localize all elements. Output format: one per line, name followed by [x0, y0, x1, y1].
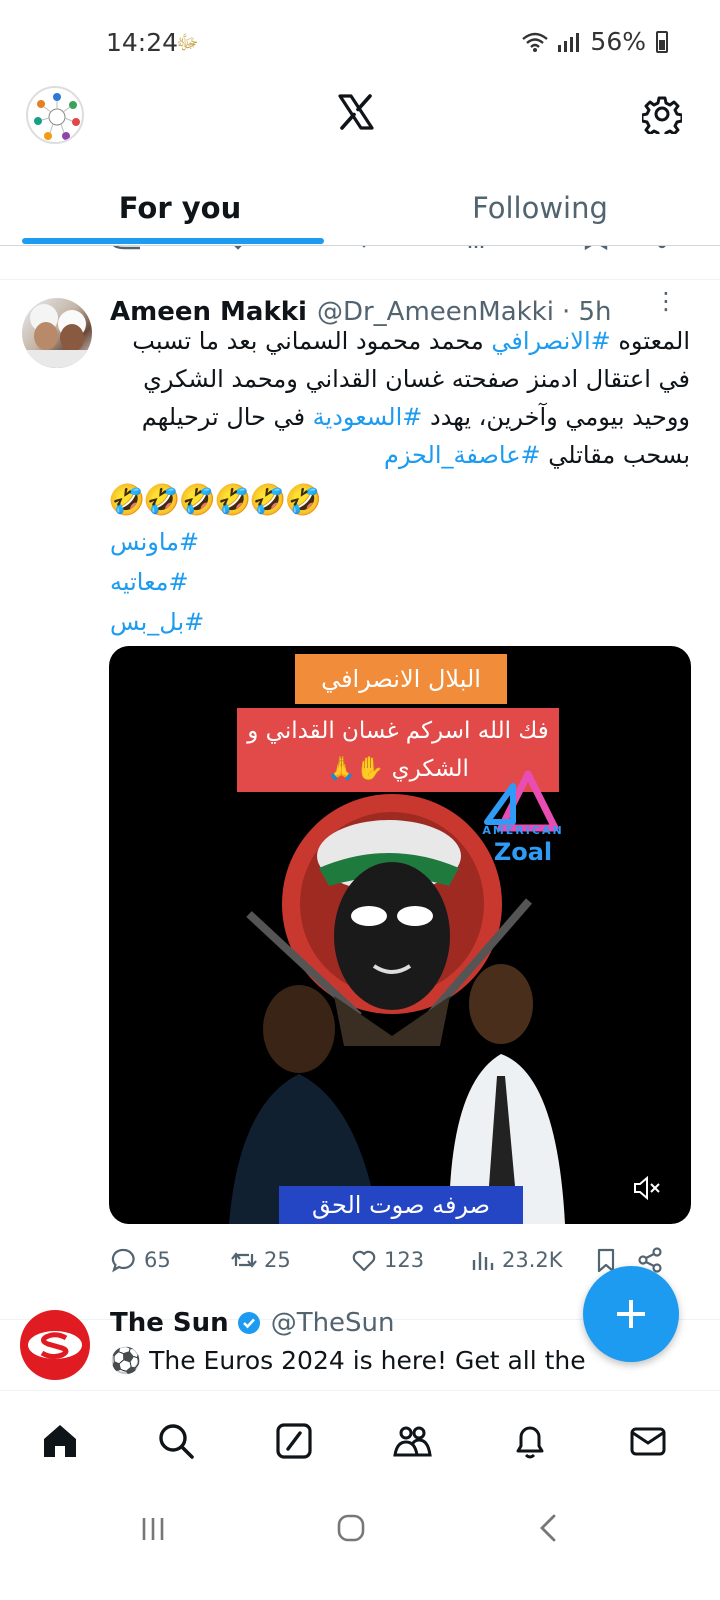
hashtag-link[interactable]: #السعودية	[313, 403, 423, 431]
repost-icon	[231, 1252, 257, 1268]
notifications-bell-icon[interactable]	[510, 1421, 550, 1461]
bottom-nav	[0, 1390, 720, 1486]
grok-icon[interactable]	[274, 1421, 314, 1461]
the-sun-logo-icon	[28, 1331, 82, 1360]
repost-count: 25	[264, 1248, 291, 1272]
home-circle-icon[interactable]	[335, 1512, 367, 1544]
heart-icon	[352, 1250, 376, 1272]
hashtag-link[interactable]: #عاصفة_الحزم	[384, 441, 541, 469]
hashtag-link[interactable]: بل_بس#	[110, 602, 204, 642]
tweet-emoji: 🤣🤣🤣🤣🤣🤣	[108, 483, 322, 518]
like-count: 123	[384, 1248, 425, 1272]
tweet-text: ⚽ The Euros 2024 is here! Get all the	[110, 1346, 586, 1375]
hashtag-link[interactable]: ماونس#	[110, 522, 204, 562]
verified-badge-icon	[237, 1312, 260, 1334]
top-bar	[0, 80, 720, 160]
video-caption-banner: صرفه صوت الحق	[279, 1186, 523, 1224]
tweet-author-avatar[interactable]	[20, 1310, 90, 1380]
previous-tweet-actions	[0, 246, 720, 280]
video-caption-banner: البلال الانصرافي	[295, 654, 507, 704]
messages-envelope-icon[interactable]	[628, 1421, 668, 1461]
more-options-icon[interactable]: ⋮	[654, 289, 678, 313]
communities-icon[interactable]	[392, 1421, 432, 1461]
status-bar: 14:24 ﷻ 56%	[0, 0, 720, 80]
reply-icon	[111, 1248, 135, 1273]
previous-tweet-action-icons	[113, 246, 666, 251]
tab-for-you[interactable]: For you	[0, 170, 360, 246]
views-button[interactable]: 23.2K	[468, 1246, 592, 1274]
tweet-text-part: المعتوه	[610, 327, 690, 355]
active-tab-indicator	[22, 238, 324, 244]
reply-count: 65	[144, 1248, 171, 1272]
battery-icon	[656, 30, 668, 53]
views-count: 23.2K	[502, 1248, 563, 1272]
status-right: 56%	[522, 27, 668, 56]
system-nav-bar	[0, 1486, 720, 1600]
status-time: 14:24	[106, 28, 179, 57]
recent-apps-icon[interactable]	[138, 1514, 168, 1544]
battery-percent: 56%	[590, 27, 646, 56]
tweet-video[interactable]: البلال الانصرافي فك الله اسركم غسان القد…	[109, 646, 691, 1224]
tweet-header: The Sun @TheSun	[110, 1308, 395, 1338]
x-logo-icon[interactable]	[336, 92, 376, 132]
timeline-tabs: For you Following	[0, 170, 720, 246]
tab-following[interactable]: Following	[360, 170, 720, 246]
status-glyph: ﷻ	[176, 30, 199, 54]
tweet-author-handle[interactable]: @TheSun	[271, 1308, 395, 1338]
search-icon[interactable]	[156, 1421, 196, 1461]
back-chevron-icon[interactable]	[536, 1512, 560, 1544]
home-icon[interactable]	[40, 1421, 80, 1461]
brand-logo-small-text: AMERICAN	[482, 824, 564, 837]
profile-avatar-image	[34, 93, 80, 140]
tweet[interactable]: Ameen Makki @Dr_AmeenMakki · 5h ⋮ المعتو…	[0, 280, 720, 1320]
views-chart-icon	[472, 1252, 494, 1270]
brand-logo-text: Zoal	[493, 838, 553, 866]
reply-button[interactable]: 65	[110, 1246, 230, 1274]
signal-icon	[558, 32, 580, 52]
tweet-author-avatar[interactable]	[22, 298, 92, 368]
compose-tweet-button[interactable]	[583, 1266, 679, 1362]
tweet-hashtags: ماونس# معاتيه# بل_بس#	[110, 522, 204, 642]
avatar-photo	[22, 304, 92, 368]
profile-avatar[interactable]	[26, 86, 84, 144]
settings-gear-icon[interactable]	[642, 94, 682, 134]
hashtag-link[interactable]: #الانصرافي	[491, 327, 610, 355]
tweet-author-name[interactable]: The Sun	[110, 1308, 229, 1338]
repost-button[interactable]: 25	[230, 1246, 350, 1274]
wifi-icon	[522, 32, 549, 52]
tweet-actions: 65 25 123 23.2K	[110, 1243, 670, 1277]
tweet-text: المعتوه #الانصرافي محمد محمود السماني بع…	[110, 322, 690, 474]
like-button[interactable]: 123	[350, 1246, 468, 1274]
mute-icon[interactable]	[633, 1176, 661, 1200]
hashtag-link[interactable]: معاتيه#	[110, 562, 204, 602]
